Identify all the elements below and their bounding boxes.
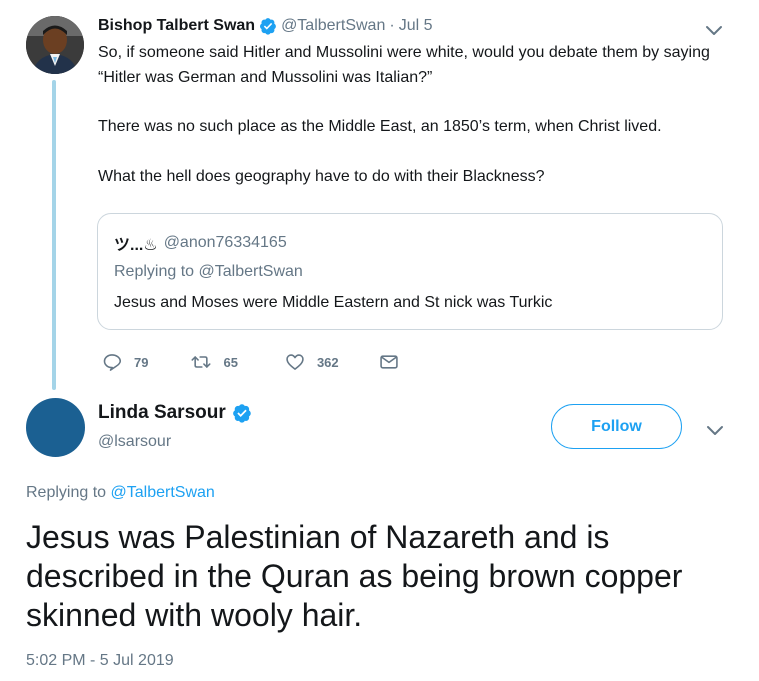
quoted-author-handle: @anon76334165 [163, 234, 287, 251]
quoted-tweet-text: Jesus and Moses were Middle Eastern and … [114, 294, 553, 311]
thread-connector-line [52, 80, 56, 390]
quoted-replying-handle: @TalbertSwan [198, 263, 303, 280]
parent-tweet-paragraph: What the hell does geography have to do … [98, 167, 545, 185]
parent-tweet-header: Bishop Talbert Swan @TalbertSwan · Jul 5 [98, 15, 432, 37]
reply-count: 79 [134, 354, 149, 370]
verified-badge-icon [232, 404, 251, 423]
follow-button[interactable]: Follow [551, 404, 682, 449]
chevron-down-icon[interactable] [704, 20, 724, 40]
retweet-icon [191, 356, 212, 368]
quoted-author-name: ツ...♨ [114, 237, 158, 254]
main-author-name-row: Linda Sarsour [98, 402, 256, 424]
verified-badge-icon [260, 18, 276, 35]
parent-author-name[interactable]: Bishop Talbert Swan [98, 17, 255, 35]
main-author-handle[interactable]: @lsarsour [98, 433, 171, 451]
retweet-button[interactable]: 65 [191, 352, 238, 372]
like-button[interactable]: 362 [285, 352, 339, 372]
parent-tweet-paragraph: There was no such place as the Middle Ea… [98, 118, 662, 135]
main-replying-prefix: Replying to [26, 484, 107, 501]
quoted-replying-to: Replying to @TalbertSwan [114, 263, 303, 281]
quoted-tweet-card[interactable]: ツ...♨ @anon76334165 Replying to @Talbert… [97, 213, 723, 330]
quoted-replying-prefix: Replying to [114, 263, 195, 280]
main-author-name[interactable]: Linda Sarsour [98, 402, 226, 424]
like-icon [286, 354, 304, 370]
main-tweet-timestamp[interactable]: 5:02 PM - 5 Jul 2019 [26, 652, 174, 670]
main-replying-to: Replying to @TalbertSwan [26, 484, 215, 502]
avatar-photo-icon [26, 16, 84, 74]
reply-icon [103, 354, 122, 371]
main-tweet-text: Jesus was Palestinian of Nazareth and is… [26, 519, 683, 633]
avatar-linda-sarsour[interactable] [26, 398, 85, 457]
avatar-talbert-swan[interactable] [26, 16, 84, 74]
main-replying-handle[interactable]: @TalbertSwan [111, 484, 215, 501]
like-count: 362 [316, 354, 339, 370]
direct-message-icon [379, 355, 398, 369]
reply-button[interactable]: 79 [102, 352, 148, 372]
parent-author-handle[interactable]: @TalbertSwan [281, 17, 385, 35]
chevron-down-icon[interactable] [705, 420, 725, 440]
parent-tweet-actions: 79 65 362 [102, 350, 399, 374]
quoted-tweet-header: ツ...♨ @anon76334165 [114, 231, 287, 255]
parent-tweet-date[interactable]: Jul 5 [399, 17, 433, 35]
retweet-count: 65 [223, 354, 238, 370]
direct-message-button[interactable] [379, 352, 399, 372]
parent-tweet-paragraph: So, if someone said Hitler and Mussolini… [98, 44, 710, 86]
parent-tweet-text: So, if someone said Hitler and Mussolini… [98, 41, 723, 189]
header-separator: · [389, 17, 395, 34]
